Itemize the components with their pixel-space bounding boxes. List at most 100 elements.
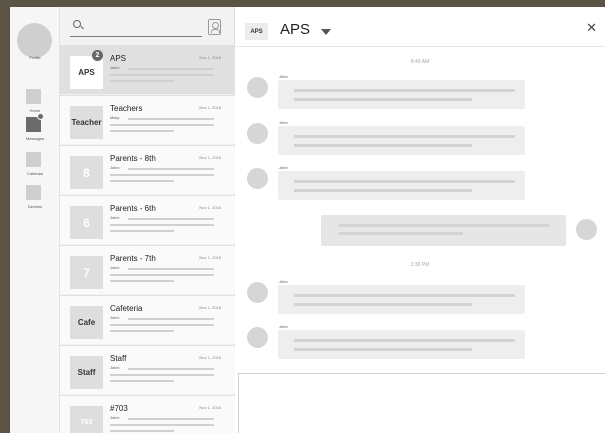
preview-line xyxy=(128,118,214,120)
sender-avatar[interactable] xyxy=(247,168,268,189)
thread-sender: John: xyxy=(110,65,120,70)
preview-line xyxy=(110,324,214,326)
thread-date: Nov 1, 2018 xyxy=(199,155,221,160)
preview-line xyxy=(128,68,214,70)
nav-calendar-label: Calendar xyxy=(26,171,44,176)
preview-line xyxy=(110,274,214,276)
devices-icon xyxy=(26,185,41,200)
profile-avatar[interactable] xyxy=(17,23,52,58)
message-bubble[interactable] xyxy=(278,126,525,155)
preview-line xyxy=(110,174,214,176)
incoming-message: John xyxy=(235,279,605,314)
message-bubble[interactable] xyxy=(278,285,525,314)
sender-avatar[interactable] xyxy=(247,123,268,144)
preview-line xyxy=(128,368,214,370)
thread-name: Parents - 8th xyxy=(110,154,156,163)
sender-name: John xyxy=(279,279,288,284)
my-avatar[interactable] xyxy=(576,219,597,240)
preview-line xyxy=(110,180,174,182)
contacts-icon[interactable] xyxy=(208,19,221,35)
thread-name: Parents - 6th xyxy=(110,204,156,213)
thread-name: Parents - 7th xyxy=(110,254,156,263)
preview-line xyxy=(128,168,214,170)
sender-avatar[interactable] xyxy=(247,282,268,303)
thread-date: Nov 1, 2018 xyxy=(199,205,221,210)
notification-dot xyxy=(37,113,44,120)
calendar-icon xyxy=(26,152,41,167)
sender-avatar[interactable] xyxy=(247,327,268,348)
message-bubble[interactable] xyxy=(321,215,566,246)
thread-item[interactable]: APS 2 APS Nov 1, 2018 John: xyxy=(60,45,235,94)
thread-date: Nov 1, 2018 xyxy=(199,305,221,310)
preview-line xyxy=(110,230,174,232)
thread-item[interactable]: 8 Parents - 8th Nov 1, 2018 John: xyxy=(60,145,235,194)
preview-line xyxy=(110,280,174,282)
preview-line xyxy=(110,330,174,332)
thread-thumbnail: 8 xyxy=(70,156,103,189)
sender-name: John xyxy=(279,165,288,170)
thread-item[interactable]: 7 Parents - 7th Nov 1, 2018 John: xyxy=(60,245,235,294)
thread-sender: John: xyxy=(110,165,120,170)
profile-label: Profile xyxy=(29,55,41,60)
thread-item[interactable]: 703 #703 Nov 1, 2018 John: xyxy=(60,395,235,433)
thread-sender: John: xyxy=(110,265,120,270)
message-composer[interactable] xyxy=(238,373,605,433)
chat-pane: APS APS ✕ 8:40 AM John John John 2:30 PM xyxy=(235,7,605,433)
message-bubble[interactable] xyxy=(278,80,525,109)
thread-date: Nov 1, 2018 xyxy=(199,405,221,410)
preview-line xyxy=(110,430,174,432)
nav-home-label: Home xyxy=(29,108,41,113)
thread-date: Nov 1, 2018 xyxy=(199,55,221,60)
thread-sender: John: xyxy=(110,315,120,320)
thread-item[interactable]: 6 Parents - 6th Nov 1, 2018 John: xyxy=(60,195,235,244)
chevron-down-icon[interactable] xyxy=(321,29,331,35)
message-timestamp: 8:40 AM xyxy=(410,59,430,65)
thread-name: #703 xyxy=(110,404,128,413)
nav-rail: Profile Home Messages Calendar Devices xyxy=(10,7,60,433)
outgoing-message xyxy=(235,215,605,250)
sender-avatar[interactable] xyxy=(247,77,268,98)
nav-messages-label: Messages xyxy=(25,136,45,141)
close-icon[interactable]: ✕ xyxy=(586,20,597,36)
thread-date: Nov 1, 2018 xyxy=(199,105,221,110)
sender-name: John xyxy=(279,74,288,79)
preview-line xyxy=(128,268,214,270)
thread-thumbnail: 7 xyxy=(70,256,103,289)
unread-badge: 2 xyxy=(92,50,103,61)
thread-item[interactable]: Teacher Teachers Nov 1, 2018 Mary: xyxy=(60,95,235,144)
message-bubble[interactable] xyxy=(278,330,525,359)
thread-thumbnail: Cafe xyxy=(70,306,103,339)
conversation-list: APS 2 APS Nov 1, 2018 John: Teacher Teac… xyxy=(60,7,235,433)
thread-name: Teachers xyxy=(110,104,143,113)
thread-thumbnail: 703 xyxy=(70,406,103,433)
thread-thumbnail: 6 xyxy=(70,206,103,239)
preview-line xyxy=(110,424,214,426)
preview-line xyxy=(110,374,214,376)
preview-line xyxy=(110,380,174,382)
home-icon xyxy=(26,89,41,104)
thread-sender: John: xyxy=(110,415,120,420)
preview-line xyxy=(128,318,214,320)
preview-line xyxy=(128,218,214,220)
chat-title[interactable]: APS xyxy=(280,21,310,38)
search-input[interactable] xyxy=(70,17,202,37)
incoming-message: John xyxy=(235,324,605,359)
incoming-message: John xyxy=(235,165,605,200)
preview-line xyxy=(110,80,174,82)
chat-thumbnail: APS xyxy=(245,23,268,40)
message-bubble[interactable] xyxy=(278,171,525,200)
chat-header: APS APS ✕ xyxy=(235,7,605,47)
thread-thumbnail: Teacher xyxy=(70,106,103,139)
preview-line xyxy=(110,130,174,132)
thread-thumbnail: Staff xyxy=(70,356,103,389)
app-window: Profile Home Messages Calendar Devices A… xyxy=(10,7,605,433)
message-timestamp: 2:30 PM xyxy=(410,262,430,268)
thread-date: Nov 1, 2018 xyxy=(199,255,221,260)
preview-line xyxy=(128,418,214,420)
thread-name: APS xyxy=(110,54,127,63)
thread-item[interactable]: Staff Staff Nov 1, 2018 John: xyxy=(60,345,235,394)
preview-line xyxy=(110,74,214,76)
nav-devices-label: Devices xyxy=(27,204,43,209)
thread-item[interactable]: Cafe Cafeteria Nov 1, 2018 John: xyxy=(60,295,235,344)
preview-line xyxy=(110,224,214,226)
